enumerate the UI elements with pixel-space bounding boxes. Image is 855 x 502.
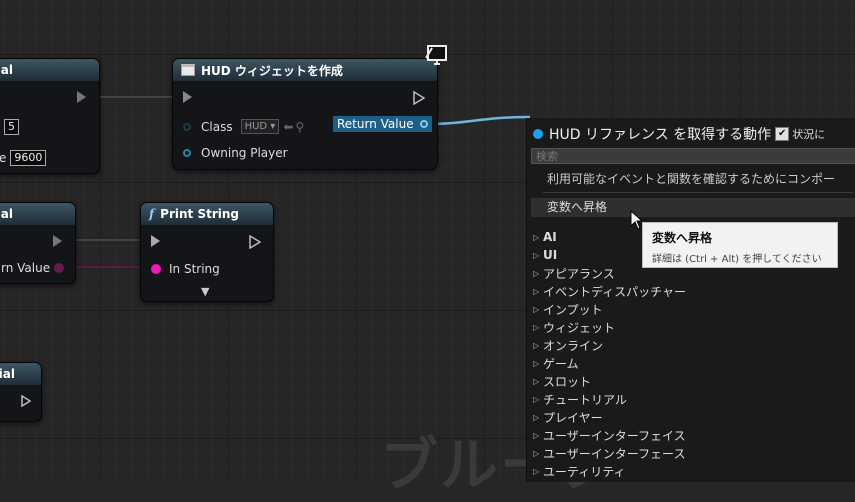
exec-out-pin[interactable]: [53, 235, 62, 247]
category-item[interactable]: ▷ ユーザーインターフェイス: [533, 426, 686, 444]
category-label: スロット: [543, 374, 592, 389]
print-string-node[interactable]: f Print String In String ▼: [140, 202, 274, 302]
category-label: インプット: [543, 302, 603, 317]
category-label: ウィジェット: [543, 320, 616, 335]
in-string-pin[interactable]: [151, 264, 161, 274]
context-sensitive-label: 状況に: [792, 128, 826, 141]
pin-type-icon: [533, 129, 543, 139]
left-node-1[interactable]: ial 5 e 9600: [0, 58, 100, 174]
value-field-9600[interactable]: 9600: [10, 150, 47, 166]
in-string-label: In String: [169, 262, 220, 276]
left-node-1-title: ial: [0, 63, 13, 77]
return-value-label: rn Value: [1, 261, 51, 275]
exec-in-pin[interactable]: [183, 91, 192, 103]
exec-out-pin[interactable]: [21, 395, 31, 407]
function-icon: f: [149, 207, 155, 221]
value-field-5[interactable]: 5: [4, 119, 19, 135]
exec-in-pin[interactable]: [151, 235, 160, 247]
expand-triangle-icon[interactable]: ▷: [533, 413, 543, 422]
expand-triangle-icon[interactable]: ▷: [533, 431, 543, 440]
return-value-pin[interactable]: [419, 120, 428, 128]
expand-triangle-icon[interactable]: ▷: [533, 305, 543, 314]
create-hud-widget-node[interactable]: HUD ウィジェットを作成 Class HUD ▾ ⬅ ⚲ Owning Pla…: [172, 58, 438, 170]
category-label: アピアランス: [543, 266, 615, 281]
left-node-3[interactable]: ial: [0, 362, 42, 422]
expand-triangle-icon[interactable]: ▷: [533, 449, 543, 458]
expand-triangle-icon[interactable]: ▷: [533, 251, 543, 260]
tooltip-title: 変数へ昇格: [652, 231, 713, 245]
category-item[interactable]: ▷ ゲーム: [533, 354, 686, 372]
mouse-cursor-icon: [630, 210, 644, 230]
return-value-label: Return Value: [337, 117, 414, 131]
panel-title: HUD リファレンス を取得する動作: [549, 127, 772, 143]
divider: [543, 192, 853, 193]
category-item[interactable]: ▷ スロット: [533, 372, 686, 390]
category-item[interactable]: ▷ ユーザーインターフェース: [533, 444, 686, 462]
expand-triangle-icon[interactable]: ▷: [533, 323, 543, 332]
node-title: HUD ウィジェットを作成: [201, 63, 343, 78]
category-label: プレイヤー: [543, 410, 603, 425]
string-out-pin[interactable]: [54, 263, 65, 273]
expand-triangle-icon[interactable]: ▷: [533, 395, 543, 404]
left-node-1-label: e: [0, 151, 7, 165]
expand-triangle-icon[interactable]: ▷: [533, 359, 543, 368]
owning-player-pin[interactable]: [183, 149, 191, 157]
expand-triangle-icon[interactable]: ▷: [533, 467, 543, 476]
client-only-icon: [422, 44, 448, 66]
owning-player-label: Owning Player: [201, 146, 288, 160]
category-label: ユーザーインターフェース: [543, 446, 686, 461]
exec-out-pin[interactable]: [249, 235, 261, 249]
category-label: ユーザーインターフェイス: [543, 428, 686, 443]
expand-triangle-icon[interactable]: ▷: [533, 233, 543, 242]
widget-icon: [181, 64, 195, 76]
left-node-2[interactable]: al rn Value: [0, 202, 76, 284]
context-sensitive-checkbox[interactable]: ✔: [775, 127, 790, 141]
left-node-3-title: ial: [0, 367, 15, 381]
component-hint-text: 利用可能なイベントと関数を確認するためにコンポー: [547, 172, 836, 186]
expand-triangle-icon[interactable]: ▷: [533, 377, 543, 386]
category-item[interactable]: ▷ ウィジェット: [533, 318, 686, 336]
class-value: HUD: [244, 121, 268, 132]
category-item[interactable]: ▷ ユーティリティ: [533, 462, 686, 480]
category-label: AI: [543, 230, 557, 244]
expand-triangle-icon[interactable]: ▷: [533, 287, 543, 296]
category-label: オンライン: [543, 338, 604, 353]
category-label: ユーティリティ: [543, 464, 626, 479]
category-item[interactable]: ▷ オンライン: [533, 336, 686, 354]
left-node-2-title: al: [0, 207, 13, 221]
promote-to-variable-item[interactable]: 変数へ昇格: [531, 198, 855, 217]
category-item[interactable]: ▷ イベントディスパッチャー: [533, 282, 686, 300]
category-item[interactable]: ▷ チュートリアル: [533, 390, 686, 408]
arrow-left-icon[interactable]: ⬅: [283, 120, 293, 134]
class-label: Class: [201, 119, 233, 134]
expand-triangle-icon[interactable]: ▷: [533, 341, 543, 350]
expand-triangle-icon[interactable]: ▷: [533, 269, 543, 278]
search-icon[interactable]: ⚲: [295, 120, 304, 134]
category-item[interactable]: ▷ プレイヤー: [533, 408, 686, 426]
expand-arrow-icon[interactable]: ▼: [201, 285, 209, 298]
category-label: UI: [543, 248, 558, 262]
search-input[interactable]: [531, 148, 855, 164]
node-title: Print String: [160, 207, 239, 221]
category-label: チュートリアル: [543, 392, 627, 407]
exec-out-pin[interactable]: [413, 91, 425, 105]
tooltip-detail: 詳細は (Ctrl + Alt) を押してください: [652, 254, 822, 265]
category-label: イベントディスパッチャー: [543, 284, 687, 299]
category-label: ゲーム: [543, 356, 579, 371]
promote-tooltip: 変数へ昇格 詳細は (Ctrl + Alt) を押してください: [642, 222, 838, 268]
return-value-wire: [423, 115, 531, 126]
category-item[interactable]: ▷ インプット: [533, 300, 686, 318]
exec-out-pin[interactable]: [77, 91, 86, 103]
class-pin[interactable]: [183, 122, 191, 131]
class-dropdown[interactable]: HUD ▾: [240, 119, 280, 134]
action-menu-panel: HUD リファレンス を取得する動作 ✔ 状況に 利用可能なイベントと関数を確認…: [526, 118, 855, 482]
